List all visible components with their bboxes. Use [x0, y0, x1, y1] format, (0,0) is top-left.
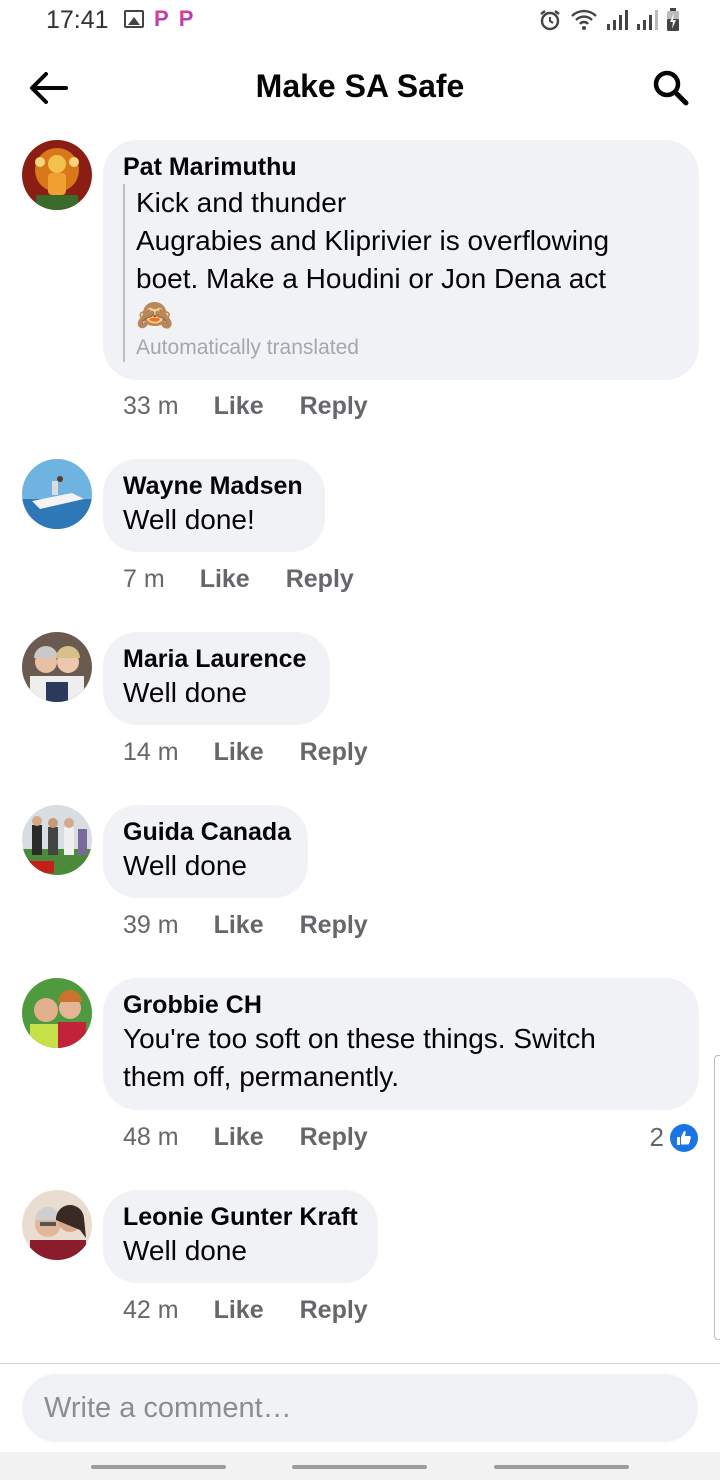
like-button[interactable]: Like: [200, 565, 250, 594]
comment-text: Well done!: [123, 504, 255, 535]
gallery-notification-icon: [124, 10, 144, 28]
comment-time: 14 m: [123, 738, 179, 766]
see-no-evil-monkey-emoji: 🙈: [136, 299, 174, 332]
app-notification-icon: P: [154, 6, 169, 31]
comment-bubble[interactable]: Maria Laurence Well done: [103, 632, 330, 725]
status-time: 17:41: [46, 6, 109, 34]
signal-icon-2: [637, 10, 658, 30]
comment-bubble[interactable]: Guida Canada Well done: [103, 805, 308, 898]
reply-button[interactable]: Reply: [300, 392, 368, 421]
comment-author[interactable]: Grobbie CH: [123, 990, 679, 1020]
page-title: Make SA Safe: [255, 68, 465, 104]
comment-actions: 7 m Like Reply: [123, 565, 354, 594]
nav-recents-handle[interactable]: [91, 1465, 226, 1469]
comment-bubble[interactable]: Leonie Gunter Kraft Well done: [103, 1190, 378, 1283]
comment-bubble[interactable]: Wayne Madsen Well done!: [103, 459, 325, 552]
nav-back-handle[interactable]: [494, 1465, 629, 1469]
system-nav-bar: [0, 1452, 720, 1480]
like-button[interactable]: Like: [214, 911, 264, 940]
comment-text: Well done: [123, 1235, 248, 1266]
comment-actions: 33 m Like Reply: [123, 392, 368, 421]
translated-text-block: Kick and thunder Augrabies and Kliprivie…: [123, 184, 679, 362]
status-bar: 17:41 P P: [0, 0, 720, 42]
comment-time: 48 m: [123, 1123, 179, 1151]
comment-text-line: You're too soft on these things. Switch: [123, 1023, 596, 1054]
app-notification-icon-2: P: [178, 6, 194, 31]
signal-icon: [607, 10, 628, 30]
comment-actions: 39 m Like Reply: [123, 911, 368, 940]
battery-charging-icon: [667, 8, 679, 31]
comment-bubble[interactable]: Pat Marimuthu Kick and thunder Augrabies…: [103, 140, 699, 380]
like-button[interactable]: Like: [214, 1296, 264, 1325]
comment-text-line: boet. Make a Houdini or Jon Dena act: [136, 263, 607, 294]
reaction-summary[interactable]: 2: [650, 1122, 698, 1153]
nav-home-handle[interactable]: [292, 1465, 427, 1469]
search-button[interactable]: [648, 66, 694, 110]
reaction-count: 2: [649, 1122, 664, 1152]
comment-actions: 42 m Like Reply: [123, 1296, 368, 1325]
composer-divider: [0, 1363, 720, 1364]
comment-author[interactable]: Maria Laurence: [123, 644, 310, 674]
comment-author[interactable]: Pat Marimuthu: [123, 152, 679, 182]
comment-time: 39 m: [123, 911, 179, 939]
comment-text: Well done: [123, 850, 248, 881]
comment-author[interactable]: Leonie Gunter Kraft: [123, 1202, 358, 1232]
comment-time: 42 m: [123, 1296, 179, 1324]
reply-button[interactable]: Reply: [300, 1296, 368, 1325]
wifi-icon: [571, 9, 597, 30]
comment-text-line: them off, permanently.: [123, 1061, 399, 1092]
comment-text-line: Kick and thunder: [136, 187, 347, 218]
avatar[interactable]: [22, 459, 92, 529]
avatar[interactable]: [22, 805, 92, 875]
comment-actions: 14 m Like Reply: [123, 738, 368, 767]
avatar[interactable]: [22, 632, 92, 702]
thumbs-up-icon: [670, 1123, 698, 1152]
like-button[interactable]: Like: [214, 392, 264, 421]
app-header: Make SA Safe: [0, 50, 720, 126]
reply-button[interactable]: Reply: [300, 738, 368, 767]
comment-input[interactable]: [22, 1374, 698, 1442]
reply-button[interactable]: Reply: [300, 1123, 368, 1152]
reply-button[interactable]: Reply: [300, 911, 368, 940]
reply-button[interactable]: Reply: [286, 565, 354, 594]
scrollbar[interactable]: [714, 1055, 720, 1340]
comment-bubble[interactable]: Grobbie CH You're too soft on these thin…: [103, 978, 699, 1110]
comment-author[interactable]: Guida Canada: [123, 817, 291, 847]
avatar[interactable]: [22, 140, 92, 210]
translation-label[interactable]: Automatically translated: [136, 334, 679, 362]
like-button[interactable]: Like: [214, 1123, 264, 1152]
comment-text-line: Augrabies and Kliprivier is overflowing: [136, 225, 610, 256]
comment-time: 33 m: [123, 392, 179, 420]
search-icon: [653, 70, 689, 106]
comment-author[interactable]: Wayne Madsen: [123, 471, 305, 501]
comment-actions: 48 m Like Reply: [123, 1123, 368, 1152]
comment-text: Well done: [123, 677, 248, 708]
avatar[interactable]: [22, 978, 92, 1048]
avatar[interactable]: [22, 1190, 92, 1260]
comment-time: 7 m: [123, 565, 165, 593]
like-button[interactable]: Like: [214, 738, 264, 767]
alarm-icon: [540, 10, 560, 31]
